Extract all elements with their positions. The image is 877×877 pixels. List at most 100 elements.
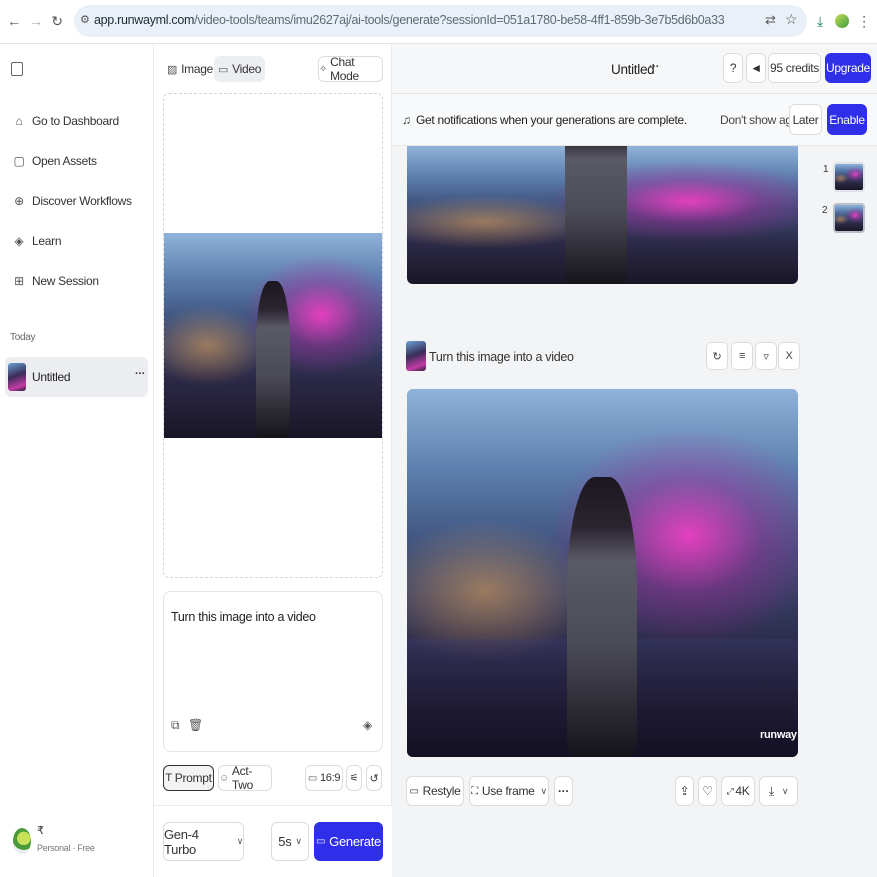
tab-video[interactable]: ▭ Video bbox=[214, 56, 266, 82]
browser-toolbar: ← → ↻ ⚙ app.runwayml.com/video-tools/tea… bbox=[0, 0, 877, 44]
duration-select[interactable]: 5s ∨ bbox=[271, 822, 309, 861]
dislike-button[interactable]: ▿ bbox=[755, 342, 777, 370]
enable-button[interactable]: Enable bbox=[827, 104, 867, 135]
previous-generation-video[interactable] bbox=[407, 146, 798, 284]
address-bar[interactable]: ⚙ app.runwayml.com/video-tools/teams/imu… bbox=[74, 5, 807, 37]
tab-image[interactable]: ▨ Image bbox=[163, 56, 217, 82]
reset-button[interactable]: ↺ bbox=[366, 765, 382, 791]
aspect-ratio-button[interactable]: ▭ 16:9 bbox=[305, 765, 343, 791]
user-name: ₹ bbox=[37, 825, 44, 837]
download-icon: ⤓ bbox=[768, 783, 774, 798]
layers-icon[interactable]: ◈ bbox=[363, 718, 372, 732]
share-icon: ⇪ bbox=[679, 784, 690, 798]
chat-mode-button[interactable]: ✧ Chat Mode bbox=[318, 55, 383, 83]
generation-prompt: Turn this image into a video bbox=[429, 350, 574, 364]
text-icon: T bbox=[165, 772, 172, 784]
close-generation-button[interactable]: X bbox=[778, 342, 800, 370]
thumb-number-1: 1 bbox=[823, 164, 829, 175]
session-more-button[interactable]: ··· bbox=[135, 368, 145, 380]
session-thumbnail bbox=[8, 363, 26, 391]
generate-button[interactable]: ▭ Generate bbox=[314, 822, 383, 861]
copy-icon[interactable]: ⧉ bbox=[171, 718, 180, 733]
reset-icon: ↺ bbox=[369, 772, 379, 785]
video-icon: ▭ bbox=[409, 785, 419, 797]
collapse-sidebar-icon[interactable] bbox=[11, 62, 23, 76]
session-item-untitled[interactable]: Untitled ··· bbox=[5, 357, 148, 397]
video-icon: ▭ bbox=[316, 836, 326, 847]
mode-prompt-button[interactable]: T Prompt bbox=[163, 765, 214, 791]
translate-icon[interactable]: ⇄ bbox=[765, 12, 776, 28]
chevron-down-icon: ∨ bbox=[540, 785, 548, 796]
sidebar-item-workflows[interactable]: ⊕ Discover Workflows bbox=[0, 186, 154, 216]
browser-menu-icon[interactable]: ⋮ bbox=[854, 11, 874, 31]
later-button[interactable]: Later bbox=[789, 104, 822, 135]
aspect-icon: ▭ bbox=[307, 772, 317, 784]
sidebar-item-dashboard[interactable]: ⌂ Go to Dashboard bbox=[0, 106, 154, 136]
thumbs-down-icon: ▿ bbox=[763, 350, 769, 363]
section-label-today: Today bbox=[10, 332, 36, 343]
restyle-button[interactable]: ▭ Restyle bbox=[406, 776, 464, 806]
sidebar-item-assets[interactable]: ▢ Open Assets bbox=[0, 146, 154, 176]
prompt-box[interactable]: Turn this image into a video ⧉ 🗑 ◈ bbox=[163, 591, 383, 752]
user-avatar[interactable] bbox=[13, 828, 31, 854]
sidebar-item-learn[interactable]: ◈ Learn bbox=[0, 226, 154, 256]
download-icon[interactable]: ⤓ bbox=[810, 11, 830, 31]
regenerate-button[interactable]: ↻ bbox=[706, 342, 728, 370]
previous-video-character bbox=[565, 146, 627, 284]
runway-watermark: runway bbox=[760, 729, 797, 741]
user-plan: Personal · Free bbox=[37, 843, 95, 853]
image-icon: ▨ bbox=[167, 63, 178, 76]
profile-avatar[interactable] bbox=[835, 14, 849, 28]
generation-input-thumbnail bbox=[406, 341, 426, 371]
mode-act-two-button[interactable]: ☺ Act-Two bbox=[218, 764, 272, 792]
download-button[interactable]: ⤓ ∨ bbox=[759, 776, 798, 806]
sidebar-item-new-session[interactable]: ⊞ New Session bbox=[0, 266, 154, 296]
video-icon: ▭ bbox=[218, 63, 229, 76]
url-text: app.runwayml.com/video-tools/teams/imu26… bbox=[94, 13, 725, 27]
use-frame-button[interactable]: ⛶ Use frame ∨ bbox=[469, 776, 549, 806]
share-button[interactable]: ⇪ bbox=[675, 776, 694, 806]
plus-square-icon: ⊞ bbox=[14, 274, 24, 288]
help-icon: ? bbox=[729, 61, 737, 75]
thumb-number-2: 2 bbox=[822, 205, 828, 216]
reload-icon[interactable]: ↻ bbox=[47, 11, 67, 31]
chevron-down-icon: ∨ bbox=[236, 836, 244, 846]
chevron-down-icon: ∨ bbox=[781, 785, 789, 796]
generation-thumb-1[interactable] bbox=[833, 162, 865, 192]
generated-video[interactable]: runway bbox=[407, 389, 798, 757]
upgrade-button[interactable]: Upgrade bbox=[825, 53, 871, 83]
model-select[interactable]: Gen-4 Turbo ∨ bbox=[163, 822, 244, 861]
refresh-icon: ↻ bbox=[712, 350, 722, 363]
more-actions-button[interactable]: ··· bbox=[554, 776, 573, 806]
home-icon: ⌂ bbox=[15, 114, 23, 128]
session-title-header[interactable]: Untitled bbox=[611, 62, 655, 77]
announcements-button[interactable]: ◄ bbox=[746, 53, 766, 83]
globe-icon: ⊕ bbox=[14, 194, 24, 208]
left-sidebar: ⌂ Go to Dashboard ▢ Open Assets ⊕ Discover … bbox=[0, 44, 154, 877]
site-settings-icon[interactable]: ⚙ bbox=[80, 13, 90, 26]
notification-text: Get notifications when your generations … bbox=[416, 113, 687, 127]
notification-banner: ♫ Get notifications when your generation… bbox=[392, 94, 877, 146]
sparkle-icon: ✧ bbox=[319, 63, 328, 75]
heart-icon: ♡ bbox=[702, 784, 713, 798]
upscale-4k-button[interactable]: ⤢ 4K bbox=[721, 776, 755, 806]
input-image bbox=[164, 233, 382, 438]
video-character bbox=[567, 477, 637, 757]
bell-icon: ♫ bbox=[402, 113, 411, 127]
generation-thumb-2[interactable] bbox=[833, 203, 865, 233]
chevron-down-icon: ∨ bbox=[295, 836, 302, 846]
sliders-icon: ⚟ bbox=[349, 772, 359, 784]
credits-badge[interactable]: 95 credits bbox=[768, 53, 821, 83]
megaphone-icon: ◄ bbox=[750, 61, 762, 75]
session-more-button[interactable]: ··· bbox=[649, 61, 659, 73]
details-button[interactable]: ≡ bbox=[731, 342, 753, 370]
prompt-input[interactable]: Turn this image into a video bbox=[171, 610, 316, 624]
back-icon[interactable]: ← bbox=[4, 11, 24, 31]
forward-icon[interactable]: → bbox=[26, 11, 46, 31]
favorite-button[interactable]: ♡ bbox=[698, 776, 717, 806]
bookmark-star-icon[interactable]: ☆ bbox=[785, 11, 798, 28]
help-button[interactable]: ? bbox=[723, 53, 743, 83]
graduation-cap-icon: ◈ bbox=[14, 234, 24, 248]
settings-sliders-button[interactable]: ⚟ bbox=[346, 765, 362, 791]
trash-icon[interactable]: 🗑 bbox=[188, 718, 203, 732]
